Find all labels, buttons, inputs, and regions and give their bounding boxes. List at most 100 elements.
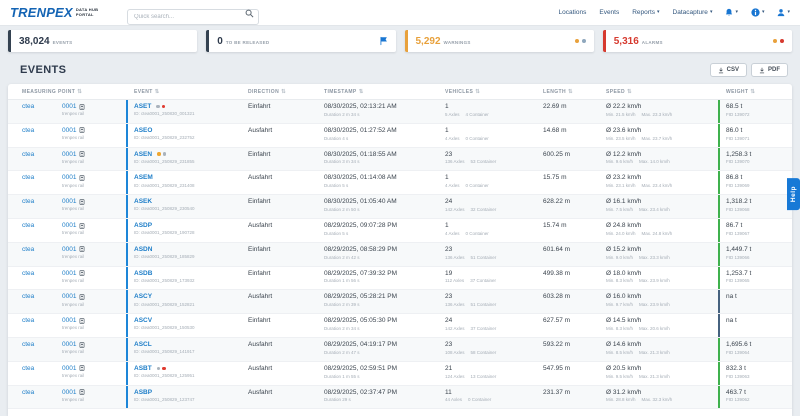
event-code-link[interactable]: ASEO bbox=[134, 127, 152, 134]
measuring-point-site-link[interactable]: ctea bbox=[22, 270, 62, 290]
duration-value: Duration 3 m 34 s bbox=[324, 159, 360, 165]
event-code-link[interactable]: ASDN bbox=[134, 246, 152, 253]
nav-events[interactable]: Events bbox=[599, 9, 619, 16]
alarms-label: ALARMS bbox=[641, 40, 663, 45]
measuring-point-number-link[interactable]: 0001 bbox=[62, 151, 76, 158]
table-row[interactable]: ctea 0001 trenpex rail ASEM ID: ctea0001… bbox=[8, 171, 792, 196]
measuring-point-number-link[interactable]: 0001 bbox=[62, 389, 76, 396]
table-row[interactable]: ctea 0001 trenpex rail ASCV ID: ctea0001… bbox=[8, 314, 792, 338]
measuring-point-site-link[interactable]: ctea bbox=[22, 293, 62, 313]
column-header-speed[interactable]: SPEED ⇅ bbox=[598, 84, 718, 99]
weight-value: 1,318.2 t bbox=[726, 198, 752, 206]
event-code-link[interactable]: ASDB bbox=[134, 270, 152, 277]
stat-card-to-be-released[interactable]: 0 TO BE RELEASED bbox=[206, 30, 396, 52]
sort-icon[interactable]: ⇅ bbox=[568, 89, 573, 95]
weight-cell: 832.3 t FID 139063 bbox=[718, 361, 792, 385]
timestamp-value: 08/30/2025, 01:14:08 AM bbox=[324, 174, 397, 182]
measuring-point-site-link[interactable]: ctea bbox=[22, 127, 62, 147]
measuring-point-site-link[interactable]: ctea bbox=[22, 246, 62, 266]
length-value: 231.37 m bbox=[543, 388, 571, 396]
search-input[interactable] bbox=[127, 9, 259, 25]
event-code-link[interactable]: ASCL bbox=[134, 341, 152, 348]
measuring-point-site-link[interactable]: ctea bbox=[22, 151, 62, 171]
export-pdf-button[interactable]: PDF bbox=[751, 63, 788, 77]
direction-cell: Einfahrt bbox=[240, 100, 316, 123]
table-row[interactable]: ctea 0001 trenpex rail ASBP ID: ctea0001… bbox=[8, 385, 792, 410]
column-header-timestamp[interactable]: TIMESTAMP ⇅ bbox=[316, 84, 437, 99]
measuring-point-site-link[interactable]: ctea bbox=[22, 365, 62, 385]
sort-icon[interactable]: ⇅ bbox=[627, 89, 632, 95]
measuring-point-number-link[interactable]: 0001 bbox=[62, 365, 76, 372]
measuring-point-number-link[interactable]: 0001 bbox=[62, 293, 76, 300]
table-row[interactable]: ctea 0001 trenpex rail ASEN ID: ctea0001… bbox=[8, 147, 792, 172]
event-code-link[interactable]: ASEM bbox=[134, 174, 153, 181]
table-row[interactable]: ctea 0001 trenpex rail ASEO ID: ctea0001… bbox=[8, 123, 792, 148]
measuring-point-number-link[interactable]: 0001 bbox=[62, 222, 76, 229]
table-row[interactable]: ctea 0001 trenpex rail ASCY ID: ctea0001… bbox=[8, 290, 792, 315]
table-row[interactable]: ctea 0001 trenpex rail ASDB ID: ctea0001… bbox=[8, 266, 792, 291]
table-row[interactable]: ctea 0001 trenpex rail ASCL ID: ctea0001… bbox=[8, 337, 792, 362]
table-row[interactable]: ctea 0001 trenpex rail ASBT ID: ctea0001… bbox=[8, 361, 792, 386]
sort-icon[interactable]: ⇅ bbox=[155, 89, 160, 95]
nav-reports[interactable]: Reports ▾ bbox=[632, 9, 659, 16]
measuring-point-site-link[interactable]: ctea bbox=[22, 341, 62, 361]
event-code-link[interactable]: ASEN bbox=[134, 151, 152, 158]
stat-card-alarms[interactable]: 5,316 ALARMS bbox=[602, 30, 792, 52]
sort-icon[interactable]: ⇅ bbox=[750, 89, 755, 95]
length-value: 601.64 m bbox=[543, 245, 571, 253]
event-code-link[interactable]: ASET bbox=[134, 103, 151, 110]
info-menu[interactable]: ▾ bbox=[751, 8, 764, 17]
column-header-length[interactable]: LENGTH ⇅ bbox=[535, 84, 598, 99]
event-code-link[interactable]: ASBP bbox=[134, 389, 152, 396]
event-code-link[interactable]: ASDP bbox=[134, 222, 152, 229]
column-header-vehicles[interactable]: VEHICLES ⇅ bbox=[437, 84, 535, 99]
column-header-measuring-point[interactable]: MEASURING POINT ⇅ bbox=[8, 84, 126, 99]
measuring-point-number-link[interactable]: 0001 bbox=[62, 174, 76, 181]
search-icon[interactable] bbox=[245, 9, 254, 18]
measuring-point-site-link[interactable]: ctea bbox=[22, 103, 62, 123]
sort-icon[interactable]: ⇅ bbox=[359, 89, 364, 95]
measuring-point-number-link[interactable]: 0001 bbox=[62, 246, 76, 253]
nav-datacapture[interactable]: Datacapture ▾ bbox=[673, 9, 713, 16]
table-row[interactable]: ctea 0001 trenpex rail ASEK ID: ctea0001… bbox=[8, 195, 792, 219]
user-menu[interactable]: ▾ bbox=[777, 8, 790, 17]
column-header-direction[interactable]: DIRECTION ⇅ bbox=[240, 84, 316, 99]
measuring-point-site-link[interactable]: ctea bbox=[22, 198, 62, 218]
event-code-link[interactable]: ASBT bbox=[134, 365, 152, 372]
measuring-point-site-link[interactable]: ctea bbox=[22, 317, 62, 337]
column-header-event[interactable]: EVENT ⇅ bbox=[126, 84, 240, 99]
measuring-point-site-link[interactable]: ctea bbox=[22, 222, 62, 242]
measuring-point-number-link[interactable]: 0001 bbox=[62, 270, 76, 277]
nav-locations[interactable]: Locations bbox=[559, 9, 587, 16]
measuring-point-site-link[interactable]: ctea bbox=[22, 389, 62, 409]
stat-card-warnings[interactable]: 5,292 WARNINGS bbox=[404, 30, 594, 52]
length-cell: 603.28 m bbox=[535, 290, 598, 313]
export-csv-button[interactable]: CSV bbox=[709, 63, 747, 77]
measuring-point-site-link[interactable]: ctea bbox=[22, 174, 62, 194]
measuring-point-number-link[interactable]: 0001 bbox=[62, 103, 76, 110]
measuring-point-number-link[interactable]: 0001 bbox=[62, 198, 76, 205]
table-row[interactable]: ctea 0001 trenpex rail ASDP ID: ctea0001… bbox=[8, 218, 792, 243]
help-button[interactable]: Help bbox=[787, 178, 800, 211]
length-cell: 628.22 m bbox=[535, 195, 598, 218]
speed-min: Min. 24.0 km/h bbox=[606, 230, 636, 236]
sort-icon[interactable]: ⇅ bbox=[475, 89, 480, 95]
event-code-link[interactable]: ASCY bbox=[134, 293, 152, 300]
sort-icon[interactable]: ⇅ bbox=[77, 89, 82, 95]
measuring-point-operator: trenpex rail bbox=[62, 349, 85, 355]
event-code-link[interactable]: ASCV bbox=[134, 317, 152, 324]
measuring-point-number-link[interactable]: 0001 bbox=[62, 317, 76, 324]
table-row[interactable]: ctea 0001 trenpex rail ASDN ID: ctea0001… bbox=[8, 242, 792, 267]
stat-card-events[interactable]: 38,024 EVENTS bbox=[8, 30, 198, 52]
sort-icon[interactable]: ⇅ bbox=[281, 89, 286, 95]
notifications-menu[interactable]: ▾ bbox=[725, 8, 738, 17]
event-code-link[interactable]: ASEK bbox=[134, 198, 152, 205]
measuring-point-number-link[interactable]: 0001 bbox=[62, 341, 76, 348]
fid-value: FID 139069 bbox=[726, 183, 750, 189]
timestamp-cell: 08/30/2025, 02:13:21 AM Duration 2 m 34 … bbox=[316, 100, 437, 123]
flag-icon[interactable] bbox=[379, 36, 388, 46]
measuring-point-number-link[interactable]: 0001 bbox=[62, 127, 76, 134]
table-row[interactable]: ctea 0001 trenpex rail ASET ID: ctea0001… bbox=[8, 100, 792, 124]
column-header-weight[interactable]: WEIGHT ⇅ bbox=[718, 84, 792, 99]
app-logo[interactable]: TRENPEX DATA HUB PORTAL bbox=[10, 5, 98, 20]
